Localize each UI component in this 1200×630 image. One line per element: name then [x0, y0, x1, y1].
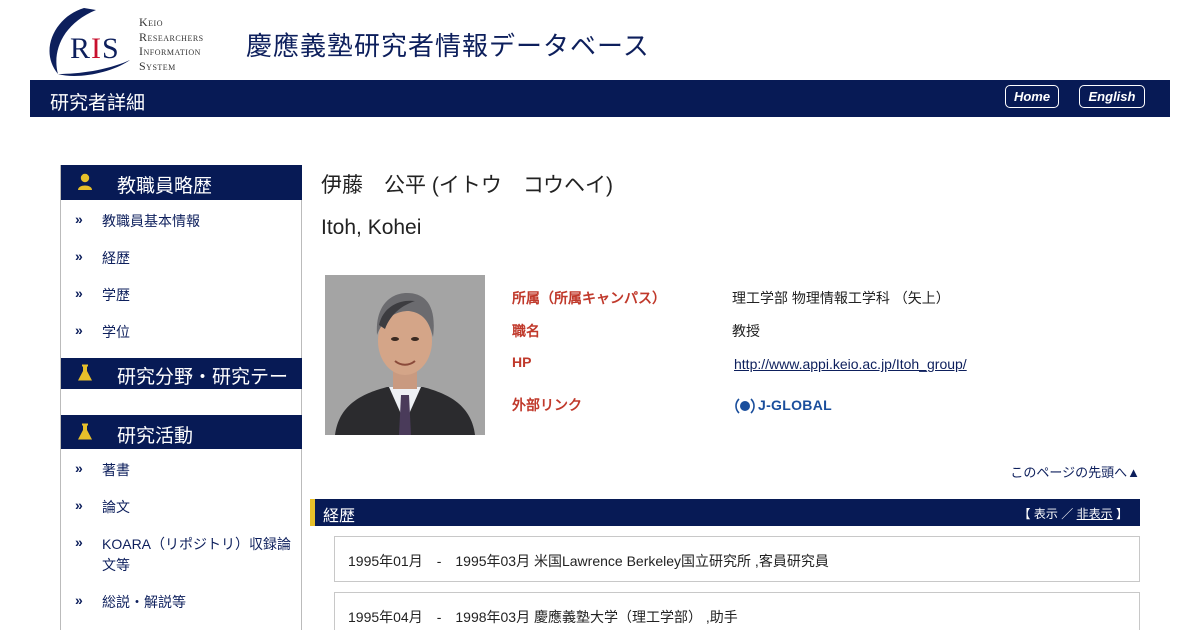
- affiliation-value: 理工学部 物理情報工学科 （矢上）: [732, 290, 950, 306]
- jglobal-label: J-GLOBAL: [758, 397, 832, 413]
- flask-icon: [78, 364, 92, 381]
- top-bar: 研究者詳細 Home English: [30, 80, 1170, 117]
- site-title: 慶應義塾研究者情報データベース: [246, 31, 650, 61]
- career-row: 1995年04月 - 1998年03月 慶應義塾大学（理工学部） ,助手: [334, 592, 1140, 630]
- sidebar: 教職員略歴 » 教職員基本情報 » 経歴 » 学歴 » 学位 研究分野・研究テー…: [60, 165, 302, 630]
- affiliation-label: 所属（所属キャンパス）: [512, 290, 666, 306]
- position-value: 教授: [732, 323, 760, 339]
- flask-icon: [78, 423, 92, 440]
- chevron-right-icon: »: [75, 592, 83, 608]
- sidebar-section-research-field[interactable]: 研究分野・研究テーマ: [61, 358, 302, 415]
- show-toggle[interactable]: 表示: [1034, 507, 1058, 521]
- researcher-name-en: Itoh, Kohei: [321, 216, 422, 239]
- career-section-title: 経歴: [323, 508, 356, 525]
- person-icon: [78, 173, 92, 190]
- chevron-right-icon: »: [75, 285, 83, 301]
- logo-subtitle: Keio Researchers Information System: [139, 15, 204, 73]
- chevron-right-icon: »: [75, 211, 83, 227]
- chevron-right-icon: »: [75, 534, 83, 550]
- career-section-header: 経歴 【 表示 ／ 非表示 】: [310, 499, 1140, 526]
- section-toggle: 【 表示 ／ 非表示 】: [1018, 507, 1128, 521]
- hide-toggle[interactable]: 非表示: [1077, 507, 1113, 521]
- external-link-label: 外部リンク: [512, 397, 582, 413]
- researcher-name-ja: 伊藤 公平 (イトウ コウヘイ): [321, 174, 613, 197]
- logo-ris-text: RIS: [70, 32, 120, 65]
- chevron-right-icon: »: [75, 497, 83, 513]
- hp-label: HP: [512, 354, 532, 370]
- english-button[interactable]: English: [1079, 85, 1145, 108]
- chevron-right-icon: »: [75, 322, 83, 338]
- chevron-right-icon: »: [75, 460, 83, 476]
- jglobal-logo-icon: [735, 398, 755, 414]
- ris-logo[interactable]: RIS Keio Researchers Information System: [44, 6, 224, 77]
- researcher-photo: [325, 275, 485, 435]
- home-button[interactable]: Home: [1005, 85, 1059, 108]
- position-label: 職名: [512, 323, 540, 339]
- page-top-link[interactable]: このページの先頭へ▲: [1010, 462, 1140, 481]
- sidebar-section-profile: 教職員略歴: [61, 165, 302, 200]
- chevron-right-icon: »: [75, 248, 83, 264]
- page-title: 研究者詳細: [50, 93, 146, 114]
- career-row: 1995年01月 - 1995年03月 米国Lawrence Berkeley国…: [334, 536, 1140, 582]
- portrait-image: [325, 275, 485, 435]
- sidebar-section-research-activity: 研究活動: [61, 415, 302, 449]
- hp-link[interactable]: http://www.appi.keio.ac.jp/Itoh_group/: [734, 356, 967, 372]
